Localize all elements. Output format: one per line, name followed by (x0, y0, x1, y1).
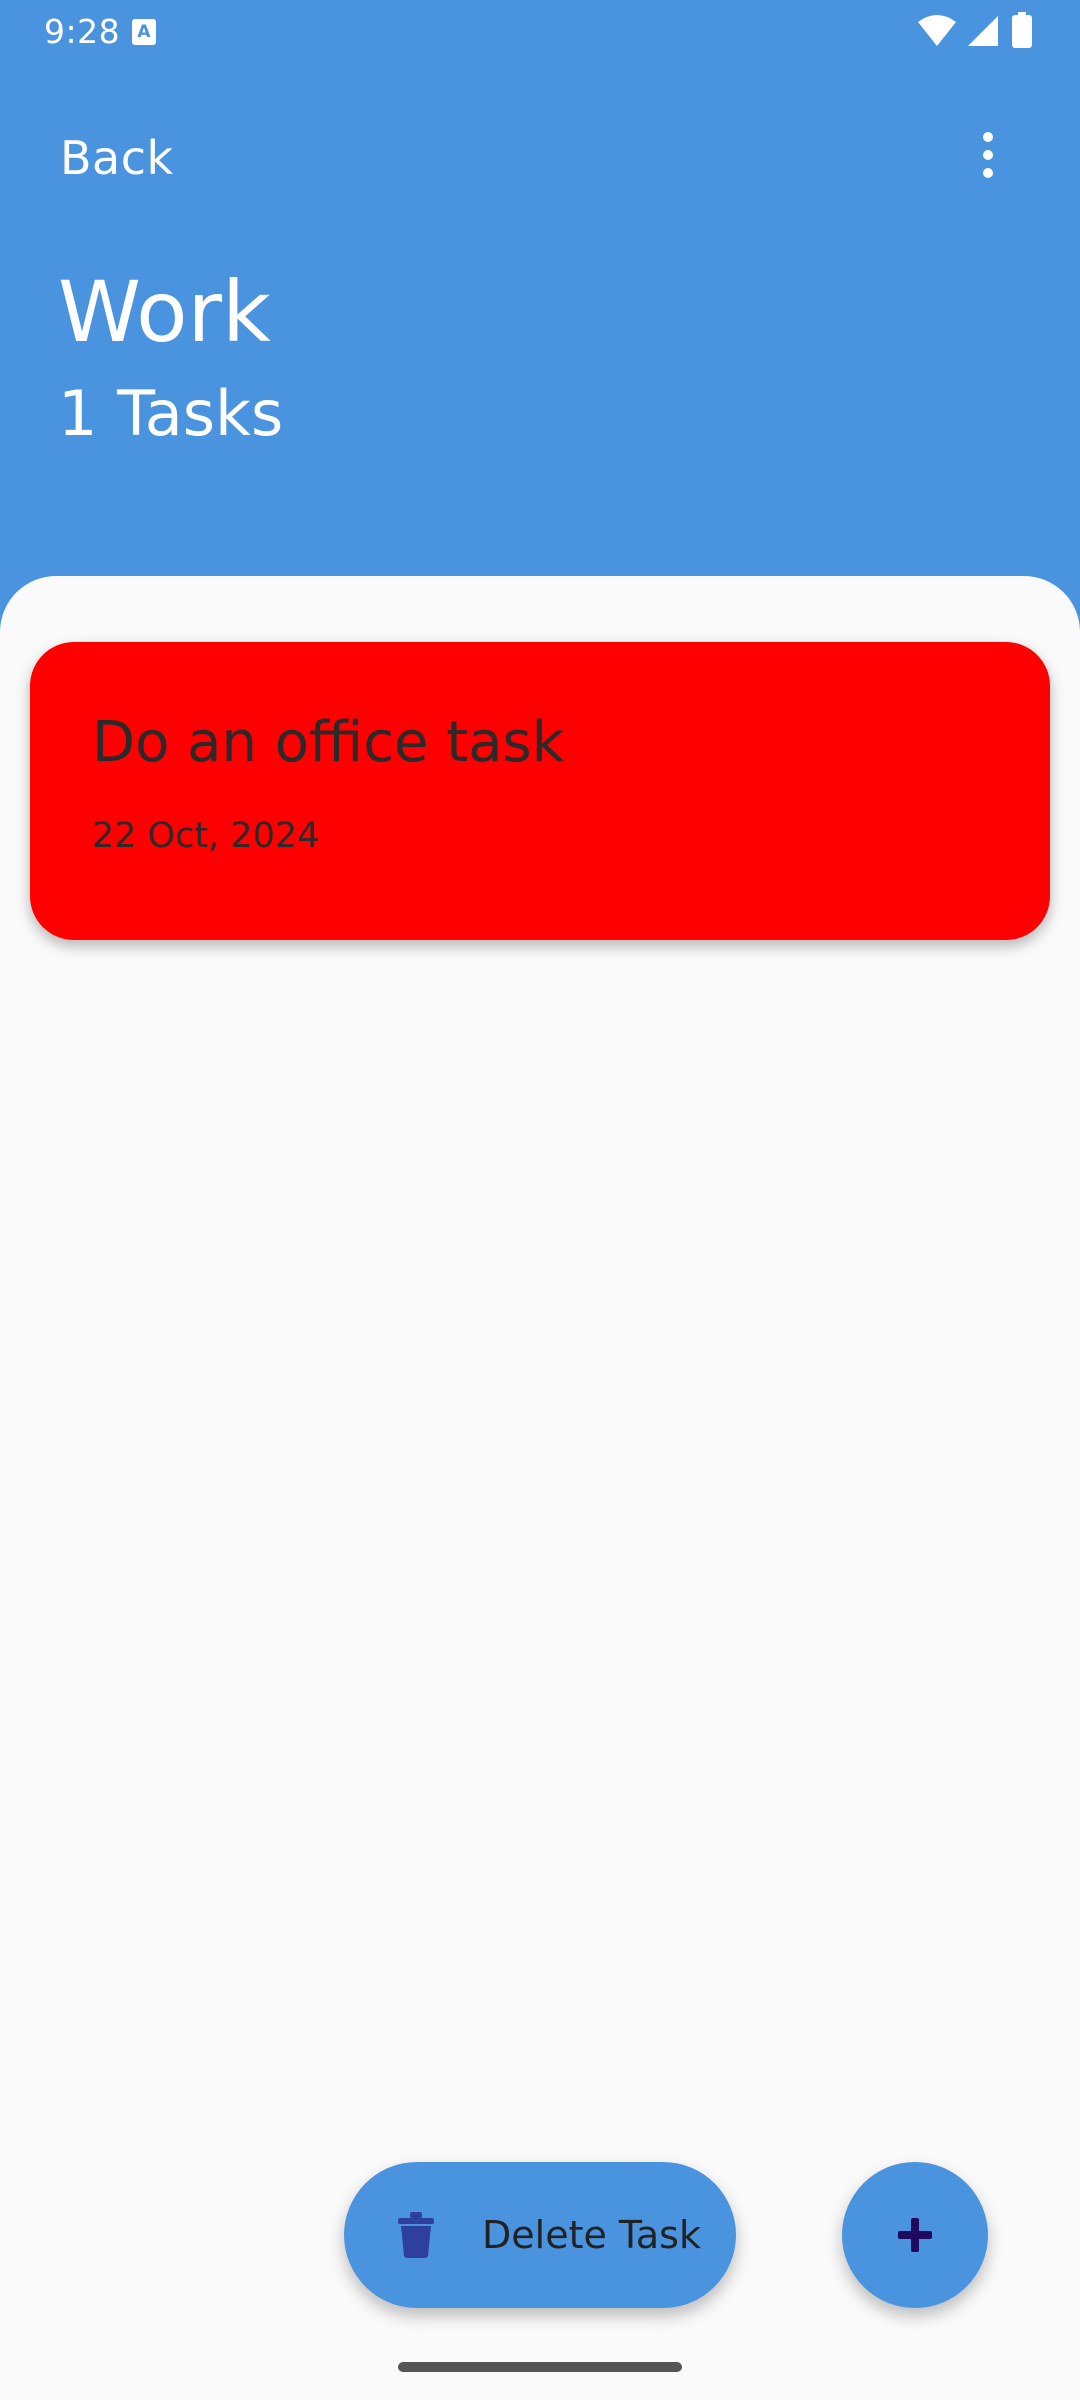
task-count: 1 Tasks (58, 377, 284, 450)
notification-app-icon: A (132, 19, 156, 45)
wifi-icon (918, 15, 956, 46)
task-card[interactable]: Do an office task 22 Oct, 2024 (30, 642, 1050, 940)
task-title: Do an office task (92, 710, 565, 775)
delete-task-button[interactable]: Delete Task (344, 2162, 736, 2308)
plus-icon (898, 2218, 932, 2252)
status-bar: 9:28 A (0, 0, 1080, 64)
task-date: 22 Oct, 2024 (92, 816, 320, 856)
app-screen: 9:28 A Back Work 1 Tasks Do an office ta… (0, 0, 1080, 2400)
battery-icon (1012, 12, 1032, 48)
delete-task-label: Delete Task (482, 2213, 701, 2257)
page-title: Work (58, 263, 271, 361)
status-time: 9:28 (44, 12, 121, 51)
more-options-icon[interactable] (966, 124, 1010, 186)
trash-icon (398, 2212, 434, 2258)
add-task-button[interactable] (842, 2162, 988, 2308)
status-icons (918, 12, 1044, 52)
cellular-signal-icon (968, 16, 998, 46)
back-button[interactable]: Back (60, 128, 174, 188)
home-gesture-bar[interactable] (398, 2362, 682, 2372)
